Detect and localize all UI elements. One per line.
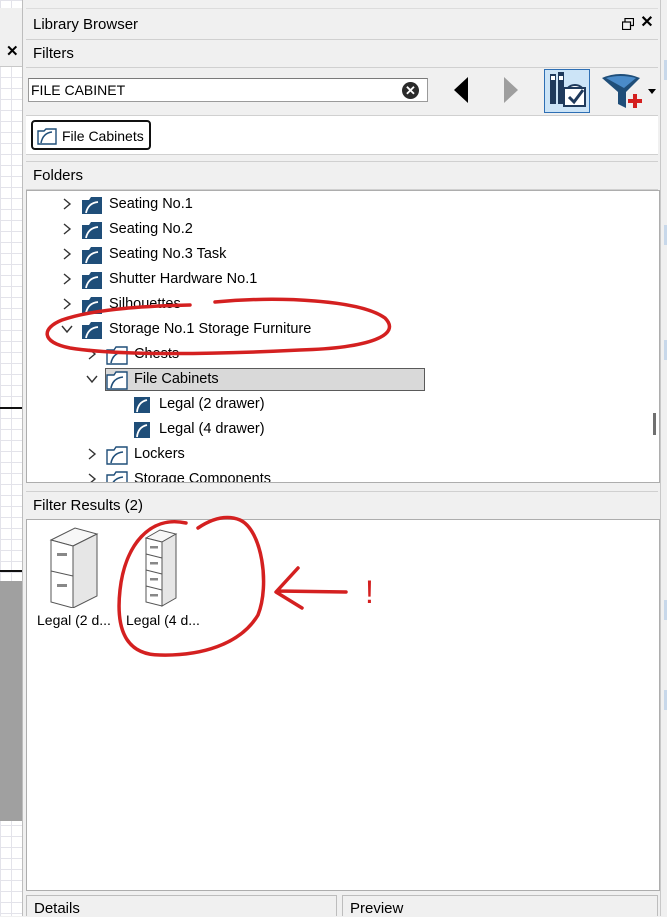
chevron-right-icon[interactable] (61, 272, 73, 286)
left-close-area[interactable]: ✕ (0, 38, 22, 67)
chevron-right-icon[interactable] (86, 472, 98, 483)
funnel-add-icon (602, 74, 656, 108)
filter-results-grid[interactable]: Legal (2 d... Legal (4 d... (26, 519, 660, 891)
right-dock-strip (660, 0, 667, 916)
file-cabinet-4-drawer-thumbnail (144, 529, 178, 607)
details-tab[interactable]: Details (26, 895, 337, 917)
library-filter-toggle-button[interactable] (544, 69, 590, 113)
tree-item[interactable]: Storage No.1 Storage Furniture (61, 318, 381, 342)
tree-item-label: Seating No.3 Task (109, 246, 227, 262)
left-close-icon[interactable]: ✕ (6, 42, 19, 60)
preview-tab[interactable]: Preview (342, 895, 658, 917)
tree-scrollbar-thumb[interactable] (653, 413, 656, 435)
folders-label: Folders (33, 167, 84, 184)
tree-item-label: Seating No.2 (109, 221, 193, 237)
active-filter-row: File Cabinets (26, 115, 658, 155)
tree-item-label: Storage No.1 Storage Furniture (109, 321, 312, 337)
search-input[interactable] (31, 81, 391, 99)
tree-item[interactable]: Legal (2 drawer) (133, 393, 393, 417)
left-tab-header (0, 8, 22, 39)
tree-item-label: Seating No.1 (109, 196, 193, 212)
tree-item-label: File Cabinets (134, 371, 219, 387)
result-item[interactable]: Legal (2 d... (35, 526, 121, 636)
folder-icon (106, 446, 128, 465)
folder-icon (106, 346, 128, 365)
folder-icon (106, 371, 128, 390)
tree-item-selected[interactable]: File Cabinets (86, 368, 406, 392)
tree-item[interactable]: Storage Components (86, 468, 406, 483)
library-object-icon (134, 397, 150, 413)
filters-label: Filters (33, 45, 74, 62)
back-arrow-icon[interactable] (450, 75, 472, 105)
folders-section-header: Folders (26, 161, 658, 190)
canvas-line (0, 407, 22, 409)
add-filter-dropdown-button[interactable] (600, 72, 656, 112)
chevron-right-icon[interactable] (61, 247, 73, 261)
result-label: Legal (4 d... (126, 612, 200, 628)
clear-search-icon[interactable]: ✕ (402, 82, 419, 99)
tree-item-label: Chests (134, 346, 180, 362)
result-label: Legal (2 d... (37, 612, 111, 628)
tree-item-label: Legal (4 drawer) (159, 421, 265, 437)
chevron-down-icon[interactable] (86, 372, 98, 386)
folder-filled-icon (82, 247, 102, 264)
preview-label: Preview (350, 900, 404, 917)
filter-results-label: Filter Results (2) (33, 497, 144, 514)
folder-filled-icon (82, 297, 102, 314)
search-field[interactable]: ✕ (28, 78, 428, 102)
undock-icon[interactable] (622, 18, 634, 30)
panel-title: Library Browser (33, 16, 139, 33)
library-object-icon (134, 422, 150, 438)
folder-filled-icon (82, 197, 102, 214)
tree-item[interactable]: Seating No.1 (61, 193, 381, 217)
canvas-grey-region (0, 581, 22, 821)
filters-section-header: Filters (26, 39, 658, 68)
tree-item-label: Lockers (134, 446, 185, 462)
tree-item[interactable]: Seating No.3 Task (61, 243, 381, 267)
chevron-right-icon[interactable] (86, 447, 98, 461)
tree-item[interactable]: Silhouettes (61, 293, 381, 317)
tree-item-label: Legal (2 drawer) (159, 396, 265, 412)
folder-icon (106, 471, 128, 482)
folder-filled-icon (82, 322, 102, 339)
filter-chip-file-cabinets[interactable]: File Cabinets (31, 120, 151, 150)
panel-close-icon[interactable]: ✕ (640, 14, 654, 32)
library-checkbox-icon (550, 72, 586, 107)
filter-results-section-header: Filter Results (2) (26, 491, 658, 520)
chevron-right-icon[interactable] (86, 347, 98, 361)
chevron-right-icon[interactable] (61, 222, 73, 236)
chevron-right-icon[interactable] (61, 197, 73, 211)
details-label: Details (34, 900, 80, 917)
forward-arrow-icon[interactable] (500, 75, 522, 105)
filter-chip-label: File Cabinets (62, 128, 144, 144)
canvas-line (0, 570, 22, 572)
file-cabinet-2-drawer-thumbnail (49, 527, 99, 608)
folder-filled-icon (82, 222, 102, 239)
tree-item[interactable]: Chests (86, 343, 406, 367)
result-item[interactable]: Legal (4 d... (124, 526, 210, 636)
folder-icon (37, 128, 57, 145)
chevron-down-icon[interactable] (61, 322, 73, 336)
tree-item-label: Silhouettes (109, 296, 181, 312)
tree-item[interactable]: Shutter Hardware No.1 (61, 268, 381, 292)
folder-filled-icon (82, 272, 102, 289)
tree-item-label: Shutter Hardware No.1 (109, 271, 258, 287)
tree-item[interactable]: Legal (4 drawer) (133, 418, 393, 442)
tree-item[interactable]: Seating No.2 (61, 218, 381, 242)
panel-title-bar: Library Browser ✕ (26, 8, 658, 39)
chevron-right-icon[interactable] (61, 297, 73, 311)
folders-tree[interactable]: Seating No.1 Seating No.2 Seating No.3 T… (26, 190, 660, 483)
left-canvas-strip: ✕ (0, 0, 23, 916)
tree-item[interactable]: Lockers (86, 443, 406, 467)
tree-item-label: Storage Components (134, 471, 272, 483)
